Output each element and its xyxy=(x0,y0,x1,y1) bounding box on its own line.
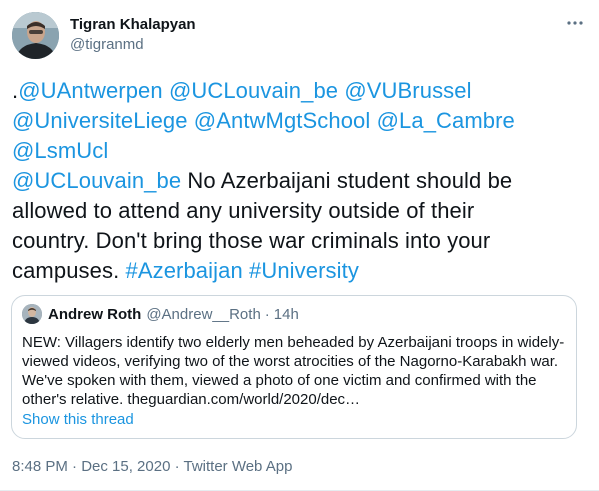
quoted-author-avatar-image xyxy=(22,304,42,324)
mention-link[interactable]: @La_Cambre xyxy=(377,108,515,133)
tweet-text-line: .@UAntwerpen @UCLouvain_be @VUBrussel xyxy=(12,76,584,106)
quoted-separator: · xyxy=(264,305,270,323)
quoted-author-avatar xyxy=(22,304,42,324)
mention-link[interactable]: @UCLouvain_be xyxy=(12,168,181,193)
tweet-text-line: @LsmUcl xyxy=(12,136,584,166)
quoted-text-line: other's relative. theguardian.com/world/… xyxy=(22,391,361,408)
mention-link[interactable]: @UAntwerpen xyxy=(18,78,163,103)
quoted-time: 14h xyxy=(273,305,299,323)
tweet-text-line: country. Don't bring those war criminals… xyxy=(12,226,584,256)
tweet-text-line: allowed to attend any university outside… xyxy=(12,196,584,226)
show-thread-link[interactable]: Show this thread xyxy=(22,411,134,428)
quoted-author-name: Andrew Roth xyxy=(48,305,142,323)
hashtag-link[interactable]: #Azerbaijan xyxy=(126,258,243,283)
tweet-text-line: @UniversiteLiege @AntwMgtSchool @La_Camb… xyxy=(12,106,584,136)
mention-link[interactable]: @UCLouvain_be xyxy=(169,78,338,103)
quoted-text-line: viewed videos, verifying two of the wors… xyxy=(22,353,559,370)
author-name[interactable]: Tigran Khalapyan xyxy=(70,15,196,35)
tweet-text-segment: campuses. xyxy=(12,258,126,283)
tweet-card: Tigran Khalapyan @tigranmd .@UAntwerpen … xyxy=(0,0,599,491)
tweet-text-line: @UCLouvain_be No Azerbaijani student sho… xyxy=(12,166,584,196)
mention-link[interactable]: @UniversiteLiege xyxy=(12,108,188,133)
tweet-text-line: campuses. #Azerbaijan #University xyxy=(12,256,584,286)
hashtag-link[interactable]: #University xyxy=(249,258,359,283)
tweet-text-segment: country. Don't bring those war criminals… xyxy=(12,228,491,253)
mention-link[interactable]: @LsmUcl xyxy=(12,138,108,163)
author-handle[interactable]: @tigranmd xyxy=(70,35,196,55)
author-avatar[interactable] xyxy=(12,12,59,59)
quoted-tweet[interactable]: Andrew Roth @Andrew__Roth · 14h NEW: Vil… xyxy=(11,295,577,439)
mention-link[interactable]: @VUBrussel xyxy=(344,78,471,103)
quoted-text-line: We've spoken with them, viewed a photo o… xyxy=(22,372,537,389)
mention-link[interactable]: @AntwMgtSchool xyxy=(194,108,371,133)
tweet-text-segment: No Azerbaijani student should be xyxy=(181,168,513,193)
tweet-timestamp[interactable]: 8:48 PM · Dec 15, 2020 · Twitter Web App xyxy=(12,458,292,475)
more-options-icon xyxy=(567,21,583,25)
author-block: Tigran Khalapyan @tigranmd xyxy=(70,15,196,55)
tweet-text: .@UAntwerpen @UCLouvain_be @VUBrussel @Un… xyxy=(12,76,584,286)
quoted-text-line: NEW: Villagers identify two elderly men … xyxy=(22,334,565,351)
more-options-button[interactable] xyxy=(565,13,585,33)
quoted-tweet-text: NEW: Villagers identify two elderly men … xyxy=(22,333,570,409)
tweet-text-segment: allowed to attend any university outside… xyxy=(12,198,475,223)
author-avatar-image xyxy=(12,12,59,59)
quoted-tweet-header: Andrew Roth @Andrew__Roth · 14h xyxy=(22,304,299,324)
quoted-author-handle: @Andrew__Roth xyxy=(146,305,261,323)
